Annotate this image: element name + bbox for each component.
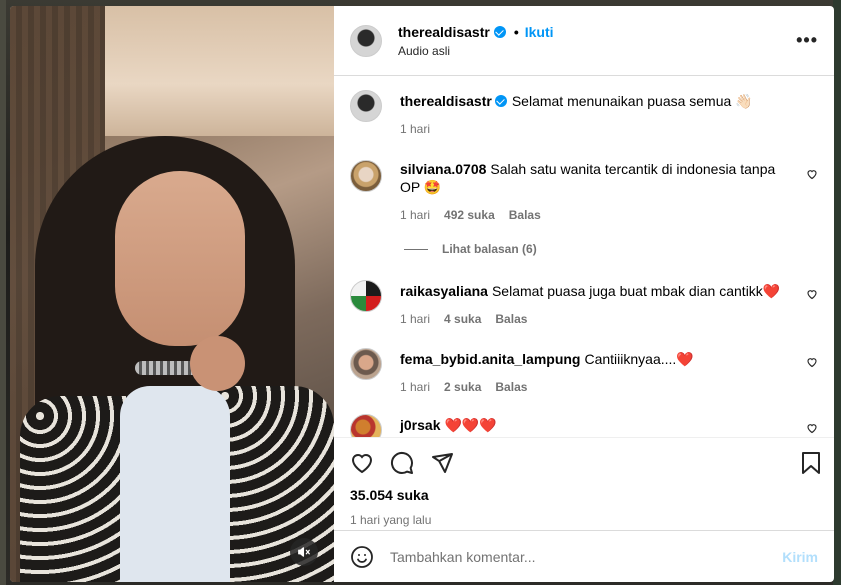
post-video[interactable] xyxy=(10,6,334,582)
follow-button[interactable]: Ikuti xyxy=(525,24,554,40)
comment-likes[interactable]: 2 suka xyxy=(444,378,481,396)
comment-text: ❤️❤️❤️ xyxy=(444,417,497,433)
more-options-icon[interactable]: ••• xyxy=(796,30,818,51)
comment-body: fema_bybid.anita_lampung Cantiiiknyaa....… xyxy=(400,348,818,396)
comment-item: raikasyaliana Selamat puasa juga buat mba… xyxy=(350,280,818,328)
heart-icon[interactable] xyxy=(350,451,374,475)
comment-likes[interactable]: 492 suka xyxy=(444,206,495,224)
like-comment-icon[interactable] xyxy=(806,356,818,368)
comment-username[interactable]: silviana.0708 xyxy=(400,161,486,177)
caption-time: 1 hari xyxy=(400,122,431,136)
comment-text: Selamat puasa juga buat mbak dian cantik… xyxy=(491,283,781,299)
caption-text: Selamat menunaikan puasa semua 👋🏻 xyxy=(511,93,753,109)
speaker-muted-icon xyxy=(297,545,311,559)
emoji-icon[interactable] xyxy=(350,545,374,569)
comment-icon[interactable] xyxy=(390,451,414,475)
comment-body: silviana.0708 Salah satu wanita tercantik… xyxy=(400,160,818,224)
caption-body: therealdisastr Selamat menunaikan puasa s… xyxy=(400,90,818,138)
comment-meta: 1 hari 4 suka Balas xyxy=(400,310,790,328)
comment-likes[interactable]: 4 suka xyxy=(444,310,481,328)
comment-input[interactable] xyxy=(390,548,783,565)
send-comment-button[interactable]: Kirim xyxy=(782,549,818,565)
comment-username[interactable]: fema_bybid.anita_lampung xyxy=(400,351,580,367)
video-scene xyxy=(105,6,334,136)
comment-item: j0rsak ❤️❤️❤️ xyxy=(350,414,818,437)
reply-button[interactable]: Balas xyxy=(509,206,541,224)
author-row: therealdisastr • Ikuti xyxy=(398,24,796,40)
likes-count[interactable]: 35.054 suka xyxy=(334,487,834,503)
mute-button[interactable] xyxy=(290,538,318,566)
author-username[interactable]: therealdisastr xyxy=(398,24,490,40)
like-comment-icon[interactable] xyxy=(806,422,818,434)
comment-meta: 1 hari 492 suka Balas xyxy=(400,206,790,224)
comment-composer: Kirim xyxy=(334,530,834,582)
commenter-avatar[interactable] xyxy=(350,414,382,437)
comments-list[interactable]: therealdisastr Selamat menunaikan puasa s… xyxy=(334,76,834,437)
author-avatar[interactable] xyxy=(350,90,382,122)
comment-item: fema_bybid.anita_lampung Cantiiiknyaa....… xyxy=(350,348,818,396)
like-comment-icon[interactable] xyxy=(806,168,818,180)
like-comment-icon[interactable] xyxy=(806,288,818,300)
comment-body: j0rsak ❤️❤️❤️ xyxy=(400,414,818,437)
action-bar xyxy=(334,437,834,487)
commenter-avatar[interactable] xyxy=(350,160,382,192)
author-avatar[interactable] xyxy=(350,24,382,57)
separator-dot: • xyxy=(513,23,519,40)
post-time[interactable]: 1 hari yang lalu xyxy=(334,513,834,527)
caption-username[interactable]: therealdisastr xyxy=(400,93,492,109)
audio-link[interactable]: Audio asli xyxy=(398,44,796,58)
comment-time: 1 hari xyxy=(400,380,431,394)
view-replies-button[interactable]: Lihat balasan (6) xyxy=(404,242,818,256)
video-scene xyxy=(190,336,245,391)
replies-line xyxy=(404,248,428,250)
reply-button[interactable]: Balas xyxy=(495,378,527,396)
comment-text: Cantiiiknyaa....❤️ xyxy=(584,351,694,367)
comment-time: 1 hari xyxy=(400,312,431,326)
comment-meta: 1 hari 2 suka Balas xyxy=(400,378,790,396)
post-header: therealdisastr • Ikuti Audio asli ••• xyxy=(334,6,834,76)
commenter-avatar[interactable] xyxy=(350,348,382,380)
post-modal: therealdisastr • Ikuti Audio asli ••• th… xyxy=(10,6,834,582)
backdrop-tile xyxy=(0,0,6,585)
video-scene xyxy=(115,171,245,346)
author-info: therealdisastr • Ikuti Audio asli xyxy=(398,24,796,58)
comment-body: raikasyaliana Selamat puasa juga buat mba… xyxy=(400,280,818,328)
comment-username[interactable]: j0rsak xyxy=(400,417,440,433)
comment-username[interactable]: raikasyaliana xyxy=(400,283,488,299)
comment-time: 1 hari xyxy=(400,208,431,222)
video-scene xyxy=(120,386,230,582)
verified-badge-icon xyxy=(494,95,507,107)
send-icon[interactable] xyxy=(430,451,454,475)
commenter-avatar[interactable] xyxy=(350,280,382,312)
post-panel: therealdisastr • Ikuti Audio asli ••• th… xyxy=(334,6,834,582)
bookmark-icon[interactable] xyxy=(800,451,822,475)
comment-item: silviana.0708 Salah satu wanita tercantik… xyxy=(350,160,818,224)
reply-button[interactable]: Balas xyxy=(495,310,527,328)
verified-badge-icon xyxy=(493,25,506,38)
caption-meta: 1 hari xyxy=(400,120,790,138)
backdrop-tile xyxy=(833,0,841,585)
caption: therealdisastr Selamat menunaikan puasa s… xyxy=(350,90,818,138)
view-replies-label: Lihat balasan (6) xyxy=(442,242,537,256)
video-scene xyxy=(20,396,135,582)
